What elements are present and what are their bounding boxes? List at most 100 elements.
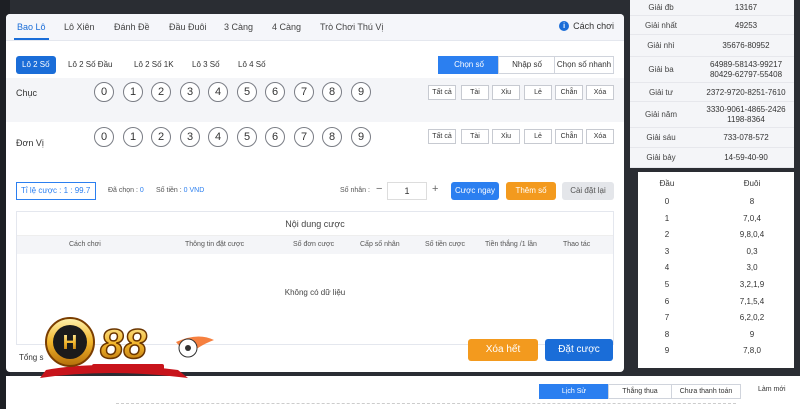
- place-bet-button[interactable]: Đặt cược: [545, 339, 613, 361]
- subtab-lo-4-so[interactable]: Lô 4 Số: [232, 56, 272, 74]
- chuc-ball-6[interactable]: 6: [265, 82, 285, 102]
- chuc-ball-1[interactable]: 1: [123, 82, 143, 102]
- subtab-lo-2-so-dau[interactable]: Lô 2 Số Đầu: [62, 56, 118, 74]
- result-name: Giải nhì: [647, 41, 675, 50]
- tab-bao-lo[interactable]: Bao Lô: [14, 22, 49, 40]
- result-row: Giải nhì 35676-80952: [630, 35, 794, 57]
- head-digit: 0: [664, 197, 670, 206]
- don-vi-ball-9[interactable]: 9: [351, 127, 371, 147]
- head-digit: 2: [664, 230, 670, 240]
- refresh-button[interactable]: Làm mới: [758, 386, 786, 393]
- mode-quick-choose[interactable]: Chọn số nhanh: [554, 56, 614, 74]
- chuc-ball-8[interactable]: 8: [322, 82, 342, 102]
- chuc-ball-3[interactable]: 3: [180, 82, 200, 102]
- subtab-lo-2-so[interactable]: Lô 2 Số: [16, 56, 56, 74]
- tab-history[interactable]: Lịch Sử: [539, 384, 609, 399]
- tail-digits: 6,2,0,2: [739, 313, 765, 323]
- head-tail-row: 3 0,3: [638, 244, 794, 260]
- don-vi-ball-3[interactable]: 3: [180, 127, 200, 147]
- bet-content-title: Nội dung cược: [17, 212, 613, 236]
- add-number-button[interactable]: Thêm số: [506, 182, 556, 200]
- subtab-lo-3-so[interactable]: Lô 3 Số: [186, 56, 226, 74]
- tab-lo-xien[interactable]: Lô Xiên: [64, 22, 95, 32]
- result-row: Giải tư 2372-9720-8251-7610: [630, 83, 794, 102]
- chuc-big-button[interactable]: Tài: [461, 85, 489, 100]
- result-row: Giải nhất 49253: [630, 16, 794, 35]
- delete-all-button[interactable]: Xóa hết: [468, 339, 538, 361]
- result-value: 2372-9720-8251-7610: [706, 87, 786, 97]
- don-vi-select-all-button[interactable]: Tất cả: [428, 129, 456, 144]
- result-value: 3330-9061-4865-2426 1198-8364: [706, 105, 786, 124]
- bet-money: Số tiền : 0 VND: [156, 187, 204, 194]
- chuc-ball-4[interactable]: 4: [208, 82, 228, 102]
- bet-money-value: 0 VND: [183, 187, 205, 194]
- svg-text:H: H: [63, 332, 77, 354]
- info-icon: i: [559, 21, 570, 31]
- result-name: Giải tư: [648, 87, 674, 97]
- result-name: Giải năm: [644, 110, 677, 119]
- result-value: 64989-58143-99217 80429-62797-55408: [709, 60, 783, 79]
- mode-choose-number[interactable]: Chọn số: [438, 56, 500, 74]
- multiplier-input[interactable]: 1: [387, 182, 427, 200]
- don-vi-ball-0[interactable]: 0: [94, 127, 114, 147]
- tab-tro-choi-thu-vi[interactable]: Trò Chơi Thú Vị: [320, 22, 383, 32]
- head-tail-row: 08: [638, 194, 794, 210]
- don-vi-ball-1[interactable]: 1: [123, 127, 143, 147]
- result-value: 13167: [734, 3, 758, 12]
- bet-bar: Tỉ lệ cược : 1 : 99.7 Đã chọn : 0 Số tiề…: [6, 174, 624, 208]
- chuc-ball-9[interactable]: 9: [351, 82, 371, 102]
- result-name: Giải sáu: [646, 133, 676, 142]
- subtab-lo-2-so-1k[interactable]: Lô 2 Số 1K: [128, 56, 180, 74]
- don-vi-clear-button[interactable]: Xóa: [586, 129, 614, 144]
- chuc-ball-5[interactable]: 5: [237, 82, 257, 102]
- how-to-play-link[interactable]: i Cách chơi: [559, 21, 614, 31]
- don-vi-ball-6[interactable]: 6: [265, 127, 285, 147]
- bet-money-label: Số tiền :: [156, 187, 182, 194]
- head-tail-table: Đầu Đuôi 0 8 1 7,0,4 2 9,8,0,4 3 0,3 4 3,0 5 3,2,1,9 6…: [638, 172, 794, 368]
- head-tail-row: 9 7,8,0: [638, 343, 794, 359]
- lottery-results: Giải đb 13167 Giải nhất 49253 Giải nhì 35676-…: [630, 0, 794, 168]
- chuc-ball-2[interactable]: 2: [151, 82, 171, 102]
- tail-digits: 3,0: [746, 263, 758, 273]
- don-vi-even-button[interactable]: Chẵn: [555, 129, 583, 144]
- head-tail-row: 2 9,8,0,4: [638, 227, 794, 243]
- mode-input-number[interactable]: Nhập số: [498, 56, 556, 74]
- don-vi-ball-7[interactable]: 7: [294, 127, 314, 147]
- tab-danh-de[interactable]: Đánh Đề: [114, 22, 150, 32]
- head-digit: 9: [664, 346, 670, 356]
- multiplier-decrease-button[interactable]: −: [376, 183, 382, 195]
- chuc-even-button[interactable]: Chẵn: [555, 85, 583, 100]
- don-vi-big-button[interactable]: Tài: [461, 129, 489, 144]
- chuc-select-all-button[interactable]: Tất cả: [428, 85, 456, 100]
- head-tail-row: 6 7,1,5,4: [638, 294, 794, 310]
- don-vi-odd-button[interactable]: Lẻ: [524, 129, 552, 144]
- result-row: Giải bảy 14-59-40-90: [630, 148, 794, 168]
- chuc-small-button[interactable]: Xỉu: [492, 85, 520, 100]
- col-single-count: Số đơn cược: [293, 241, 335, 248]
- don-vi-ball-4[interactable]: 4: [208, 127, 228, 147]
- tail-digits: 7,0,4: [743, 213, 761, 223]
- table-top-edge: [116, 403, 736, 409]
- tail-digits: 9: [749, 329, 755, 339]
- chosen-count: Đã chọn : 0: [108, 187, 144, 194]
- head-tail-row: 89: [638, 327, 794, 343]
- tab-win-loss[interactable]: Thắng thua: [608, 384, 672, 399]
- multiplier-increase-button[interactable]: +: [432, 183, 438, 195]
- don-vi-small-button[interactable]: Xỉu: [492, 129, 520, 144]
- don-vi-ball-5[interactable]: 5: [237, 127, 257, 147]
- don-vi-ball-8[interactable]: 8: [322, 127, 342, 147]
- tail-column-header: Đuôi: [743, 179, 761, 188]
- reset-button[interactable]: Cài đặt lại: [562, 182, 614, 200]
- chuc-ball-7[interactable]: 7: [294, 82, 314, 102]
- head-tail-row: 1 7,0,4: [638, 211, 794, 227]
- chuc-ball-0[interactable]: 0: [94, 82, 114, 102]
- tab-unsettled[interactable]: Chưa thanh toán: [671, 384, 741, 399]
- tab-4-cang[interactable]: 4 Càng: [272, 22, 301, 32]
- tab-3-cang[interactable]: 3 Càng: [224, 22, 253, 32]
- don-vi-ball-2[interactable]: 2: [151, 127, 171, 147]
- chuc-odd-button[interactable]: Lẻ: [524, 85, 552, 100]
- tab-dau-duoi[interactable]: Đầu Đuôi: [169, 22, 207, 32]
- chosen-count-value: 0: [139, 187, 144, 194]
- bet-now-button[interactable]: Cược ngay: [451, 182, 499, 200]
- chuc-clear-button[interactable]: Xóa: [586, 85, 614, 100]
